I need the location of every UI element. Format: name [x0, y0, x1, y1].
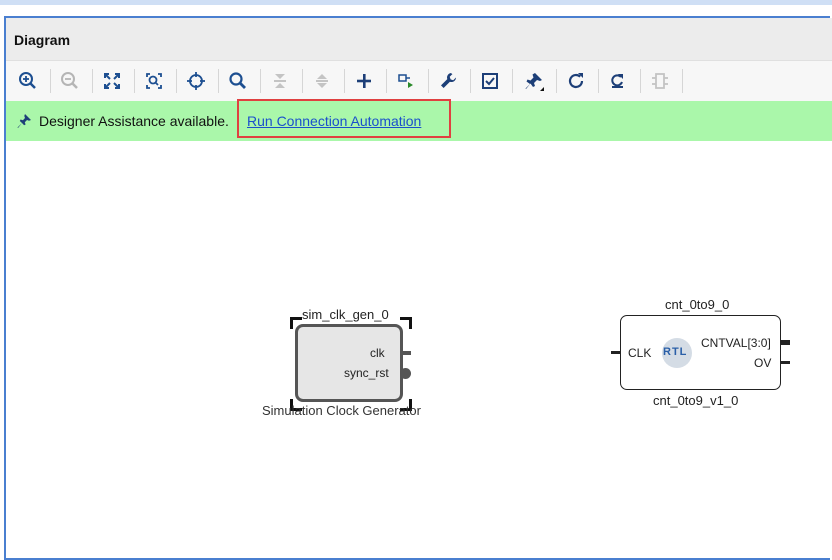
auto-fit-selection-button[interactable] [184, 69, 208, 93]
pin-menu-button[interactable] [522, 69, 546, 93]
regenerate-layout-icon [611, 74, 623, 88]
collapse-all-button[interactable] [268, 69, 292, 93]
diagram-toolbar [6, 60, 832, 102]
sim-clk-instance-name: sim_clk_gen_0 [302, 307, 389, 322]
toolbar-separator [470, 69, 471, 93]
designer-assistance-pin-icon [17, 114, 31, 128]
properties-button[interactable] [436, 69, 460, 93]
zoom-fit-icon [104, 73, 120, 89]
panel-title-bar: Diagram [6, 18, 832, 60]
expand-all-icon [316, 74, 328, 88]
zoom-area-icon [146, 73, 162, 89]
validate-design-button[interactable] [478, 69, 502, 93]
toolbar-separator [344, 69, 345, 93]
toolbar-separator [134, 69, 135, 93]
zoom-area-button[interactable] [142, 69, 166, 93]
port-clk-input-pin[interactable] [611, 351, 620, 354]
toolbar-separator [682, 69, 683, 93]
toolbar-separator [176, 69, 177, 93]
counter-block[interactable]: CLK RTL CNTVAL[3:0] OV [620, 315, 781, 390]
port-sync-rst-pin[interactable] [400, 368, 411, 379]
make-connection-button[interactable] [394, 69, 418, 93]
add-ip-button[interactable] [352, 69, 376, 93]
toolbar-separator [260, 69, 261, 93]
port-cntval-output-pin[interactable] [781, 340, 790, 345]
collapse-all-icon [274, 74, 286, 88]
sim-clk-subtitle: Simulation Clock Generator [262, 403, 421, 418]
toolbar-separator [556, 69, 557, 93]
refresh-button[interactable] [564, 69, 588, 93]
make-connection-icon [398, 74, 413, 88]
designer-assistance-banner: Designer Assistance available. Run Conne… [6, 101, 832, 141]
validate-design-icon [482, 73, 498, 89]
toolbar-separator [386, 69, 387, 93]
run-connection-automation-link[interactable]: Run Connection Automation [247, 113, 421, 129]
rtl-badge-label: RTL [663, 346, 688, 358]
window-top-strip [0, 0, 832, 5]
port-ov-output-pin[interactable] [781, 361, 790, 364]
toolbar-separator [428, 69, 429, 93]
port-clk-pin[interactable] [401, 351, 411, 355]
counter-module-name: cnt_0to9_v1_0 [653, 393, 739, 408]
port-clk-label: clk [370, 346, 385, 360]
hierarchy-button[interactable] [648, 69, 672, 93]
toolbar-separator [640, 69, 641, 93]
port-cntval-label: CNTVAL[3:0] [701, 336, 771, 350]
port-ov-label: OV [754, 356, 772, 370]
refresh-icon [568, 73, 584, 89]
search-icon [229, 72, 246, 89]
diagram-panel: Diagram Designer Assistance available. R… [4, 16, 832, 560]
toolbar-separator [218, 69, 219, 93]
toolbar-separator [512, 69, 513, 93]
panel-title: Diagram [14, 32, 71, 48]
regenerate-layout-button[interactable] [606, 69, 630, 93]
counter-instance-name: cnt_0to9_0 [665, 297, 730, 312]
port-CLK-label: CLK [628, 346, 652, 360]
rtl-badge: RTL [662, 338, 692, 368]
pin-menu-icon [525, 73, 544, 91]
search-button[interactable] [226, 69, 250, 93]
sim-clk-gen-block[interactable]: clk sync_rst [295, 324, 403, 402]
zoom-fit-button[interactable] [100, 69, 124, 93]
designer-assistance-message: Designer Assistance available. [39, 113, 229, 129]
toolbar-separator [598, 69, 599, 93]
hierarchy-icon [652, 73, 668, 89]
properties-wrench-icon [441, 73, 456, 88]
toolbar-separator [50, 69, 51, 93]
zoom-in-button[interactable] [16, 69, 40, 93]
port-sync-rst-label: sync_rst [344, 366, 389, 380]
zoom-out-icon [61, 72, 78, 89]
auto-fit-selection-icon [187, 72, 205, 90]
toolbar-separator [302, 69, 303, 93]
add-ip-icon [357, 74, 371, 88]
zoom-in-icon [19, 72, 36, 89]
toolbar-separator [92, 69, 93, 93]
zoom-out-button[interactable] [58, 69, 82, 93]
expand-all-button[interactable] [310, 69, 334, 93]
